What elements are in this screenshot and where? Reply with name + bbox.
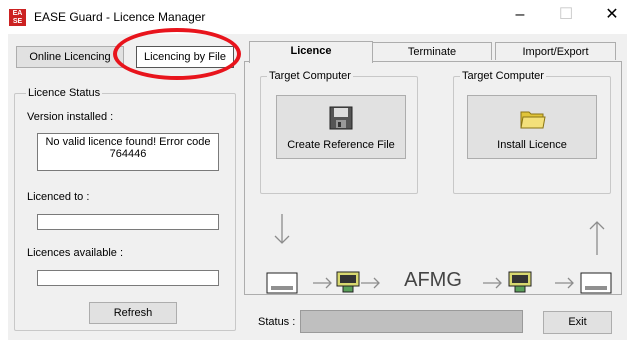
- window-title: EASE Guard - Licence Manager: [34, 10, 206, 24]
- tab-licence[interactable]: Licence: [249, 41, 373, 63]
- computer-icon-left: [336, 271, 360, 293]
- document-icon-right: [580, 272, 612, 294]
- afmg-flow-label: AFMG: [404, 269, 462, 291]
- computer-icon-right: [508, 271, 532, 293]
- refresh-button[interactable]: Refresh: [89, 302, 177, 324]
- tab-import-export[interactable]: Import/Export: [495, 42, 616, 60]
- licenced-to-label: Licenced to :: [27, 191, 90, 203]
- licence-status-legend: Licence Status: [26, 87, 103, 99]
- exit-button[interactable]: Exit: [543, 311, 612, 334]
- client-area: Online Licencing Licencing by File Licen…: [8, 34, 627, 340]
- document-icon-left: [266, 272, 298, 294]
- status-label: Status :: [258, 316, 296, 328]
- app-logo-icon: EA SE: [9, 9, 26, 26]
- licence-tab-panel: Target Computer Create Reference File Ta…: [244, 61, 622, 295]
- licence-flow-diagram: [266, 214, 612, 294]
- licences-available-field: [37, 270, 219, 286]
- version-installed-value: No valid licence found! Error code 76444…: [37, 133, 219, 171]
- tab-terminate[interactable]: Terminate: [372, 42, 492, 60]
- minimize-button[interactable]: –: [497, 0, 543, 30]
- highlight-circle-annotation: [113, 28, 241, 80]
- licence-status-group: [14, 93, 236, 331]
- title-bar: EA SE EASE Guard - Licence Manager – ☐ ✕: [0, 0, 636, 34]
- version-installed-label: Version installed :: [27, 111, 114, 123]
- maximize-button: ☐: [558, 6, 574, 23]
- licenced-to-field: [37, 214, 219, 230]
- licences-available-label: Licences available :: [27, 247, 124, 259]
- status-bar: [300, 310, 523, 333]
- close-button[interactable]: ✕: [589, 0, 635, 30]
- online-licencing-button[interactable]: Online Licencing: [16, 46, 124, 68]
